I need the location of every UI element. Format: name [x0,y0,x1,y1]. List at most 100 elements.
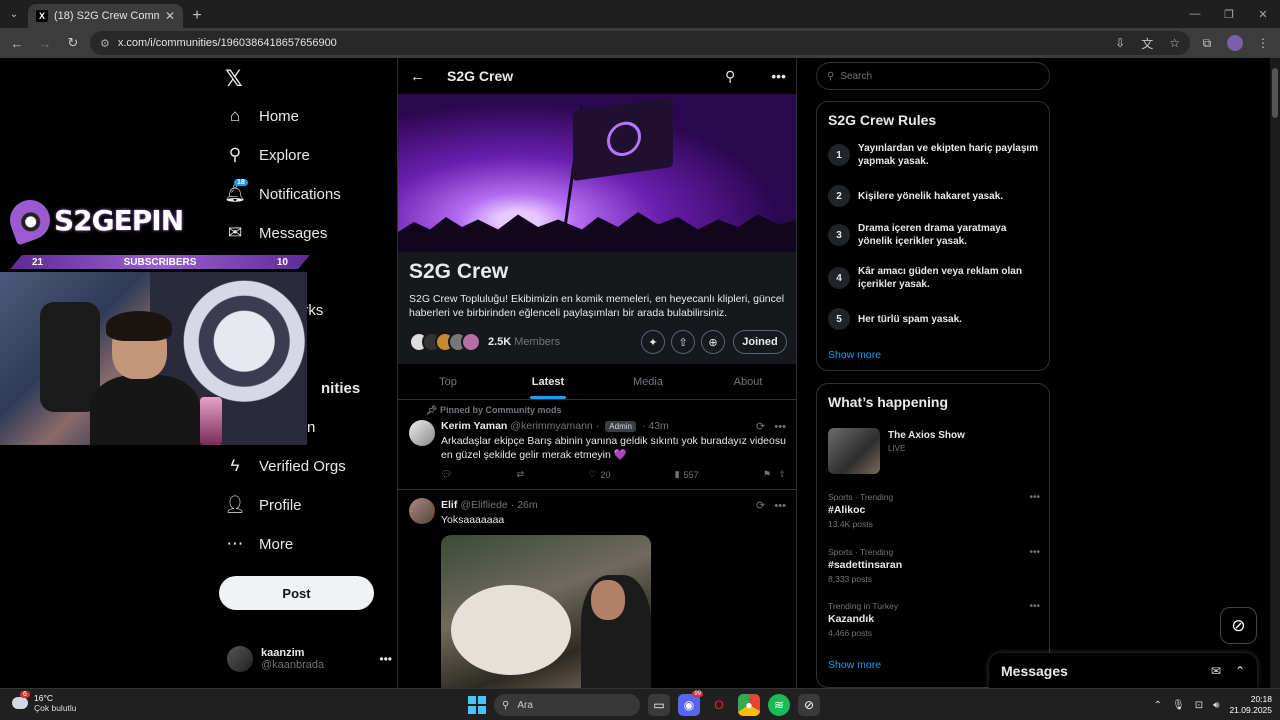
tab-close-icon[interactable]: ✕ [165,9,175,23]
grok-icon[interactable]: ⊘ [1220,607,1257,644]
forward-icon[interactable]: → [34,32,56,54]
trend-more-icon[interactable]: ••• [1029,601,1040,612]
app-icon[interactable]: ⊘ [798,694,820,716]
post-text: Arkadaşlar ekipçe Barış abinin yanına ge… [441,435,786,461]
install-app-icon[interactable]: ⇩ [1115,36,1125,50]
trend-item[interactable]: Trending in Turkey Kazandık 4,466 posts … [828,601,1040,638]
avatar[interactable] [409,420,435,446]
chrome-icon[interactable]: ● [738,694,760,716]
trends-show-more-link[interactable]: Show more [828,659,881,671]
rule-item[interactable]: 1 Yayınlardan ve ekipten hariç paylaşım … [828,142,1043,168]
rule-item[interactable]: 2 Kişilere yönelik hakaret yasak. [828,185,1043,207]
nav-verified-orgs[interactable]: ϟ Verified Orgs [225,448,346,484]
rule-item[interactable]: 5 Her türlü spam yasak. [828,308,1043,330]
window-close-icon[interactable]: ✕ [1246,0,1280,28]
rule-item[interactable]: 4 Kâr amacı güden veya reklam olan içeri… [828,265,1043,291]
author-name[interactable]: Kerim Yaman [441,420,507,432]
spotify-icon[interactable]: ≋ [768,694,790,716]
trend-count: 8,333 posts [828,574,872,584]
joined-button[interactable]: Joined [733,330,787,354]
translate-icon[interactable]: 文 [1141,35,1153,52]
tab-search-icon[interactable]: ⌄ [0,0,28,28]
search-icon[interactable]: ⚲ [725,68,735,85]
more-icon[interactable]: ••• [771,68,786,84]
nav-communities-partial[interactable]: nities [321,370,360,406]
opera-icon[interactable]: O [708,694,730,716]
tab-about[interactable]: About [698,364,796,399]
back-arrow-icon[interactable]: ← [410,68,425,85]
task-view-icon[interactable]: ▭ [648,694,670,716]
network-icon[interactable]: ⊡ [1195,700,1203,711]
x-logo-icon[interactable]: 𝕏 [225,66,243,92]
system-tray: ⌃ 🎙︎ ⊡ 🔊︎ 20:18 21.09.2025 [1154,692,1272,718]
trend-item[interactable]: Sports · Trending #sadettinsaran 8,333 p… [828,547,1040,584]
rules-show-more-link[interactable]: Show more [828,349,881,361]
search-icon: ⚲ [228,145,242,164]
account-more-icon[interactable]: ••• [379,652,392,666]
minimize-icon[interactable]: — [1178,0,1212,28]
maximize-icon[interactable]: ❐ [1212,0,1246,28]
bookmark-star-icon[interactable]: ☆ [1169,36,1180,50]
post-time[interactable]: · 26m [511,499,538,511]
clock[interactable]: 20:18 21.09.2025 [1229,694,1272,716]
author-name[interactable]: Elif [441,499,457,511]
members-row: 2.5K Members ✦ ⇧ ⊕ Joined [409,330,787,354]
profile-avatar-icon[interactable] [1224,32,1246,54]
messages-drawer[interactable]: Messages ✉ ⌃ [989,653,1257,688]
tray-chevron-icon[interactable]: ⌃ [1154,700,1162,711]
member-avatars[interactable] [409,332,481,352]
post-more-icon[interactable]: ⟳ ••• [756,499,786,512]
reload-icon[interactable]: ↻ [62,32,84,54]
avatar[interactable] [409,498,435,524]
post[interactable]: Elif @Elifliede · 26m ⟳ ••• Yoksaaaaaaa [398,490,796,688]
page-scrollbar[interactable] [1270,58,1280,688]
new-tab-icon[interactable]: + [183,4,211,28]
author-handle[interactable]: @kerimmyamann [510,420,592,432]
rule-item[interactable]: 3 Drama içeren drama yaratmaya yönelik i… [828,222,1043,248]
tab-top[interactable]: Top [398,364,498,399]
post-button[interactable]: Post [219,576,374,610]
member-count[interactable]: 2.5K [488,336,511,348]
pinned-post[interactable]: 📌︎ Pinned by Community mods Kerim Yaman … [398,400,796,490]
windows-start-icon[interactable] [468,696,486,714]
back-icon[interactable]: ← [6,32,28,54]
post-time[interactable]: · 43m [642,420,669,432]
trend-item[interactable]: Sports · Trending #Alikoc 13.4K posts ••… [828,492,1040,529]
extensions-icon[interactable]: ⧉ [1196,32,1218,54]
search-input[interactable]: ⚲ Search [816,62,1050,90]
pin-icon: 📌︎ [426,405,438,415]
author-handle[interactable]: @Elifliede [460,499,507,511]
browser-menu-icon[interactable]: ⋮ [1252,32,1274,54]
like-button[interactable]: ♡ 20 [588,469,610,480]
share-icon[interactable]: ⇧ [671,330,695,354]
nav-profile[interactable]: 👤︎ Profile [224,487,301,523]
volume-icon[interactable]: 🔊︎ [1213,700,1219,711]
grok-sparkle-icon[interactable]: ✦ [641,330,665,354]
discord-icon[interactable]: ◉ 99 [678,691,703,716]
pin-icon[interactable]: ⊕ [701,330,725,354]
post-more-icon[interactable]: ⟳ ••• [756,420,786,433]
taskbar-search[interactable]: ⚲ Ara [494,694,640,716]
views-button[interactable]: ▮ 557 [675,469,699,480]
reply-icon[interactable]: 💬︎ [441,469,452,480]
bookmark-icon[interactable]: ⚑ ⇧ [763,469,786,480]
nav-more[interactable]: ⋯ More [225,526,294,562]
post-image[interactable] [441,535,651,688]
tab-latest[interactable]: Latest [498,364,598,399]
site-settings-icon[interactable]: ⚙ [100,37,110,50]
nav-home[interactable]: ⌂ Home [225,98,299,134]
weather-widget[interactable]: 6 16°C Çok bulutlu [12,691,77,713]
account-switcher[interactable]: kaanzim @kaanbrada ••• [227,643,392,675]
url-field[interactable]: ⚙ x.com/i/communities/196038641865765690… [90,31,1190,55]
live-news-item[interactable]: The Axios Show LIVE [828,428,965,474]
nav-explore[interactable]: ⚲ Explore [225,137,310,173]
new-message-icon[interactable]: ✉ [1211,664,1221,678]
nav-label: Home [259,107,300,125]
trend-more-icon[interactable]: ••• [1029,547,1040,558]
expand-icon[interactable]: ⌃ [1235,664,1245,678]
repost-icon[interactable]: ⇄ [517,469,525,480]
tab-media[interactable]: Media [598,364,698,399]
microphone-icon[interactable]: 🎙︎ [1172,700,1185,711]
trend-more-icon[interactable]: ••• [1029,492,1040,503]
browser-tab[interactable]: X (18) S2G Crew Community / X ✕ [28,4,183,28]
